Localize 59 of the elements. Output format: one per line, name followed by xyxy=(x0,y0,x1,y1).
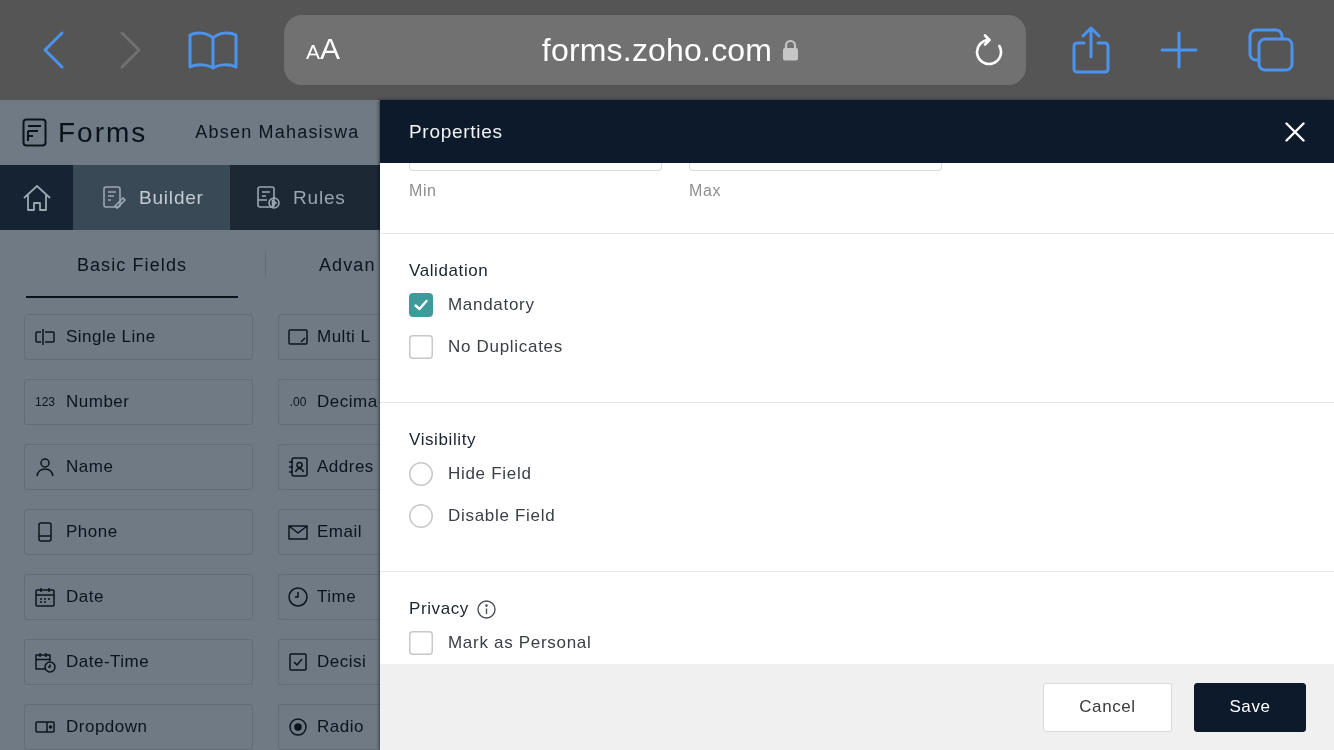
home-button[interactable] xyxy=(0,165,73,230)
radio-button[interactable] xyxy=(409,504,433,528)
input-cursor-icon xyxy=(34,326,56,348)
save-button[interactable]: Save xyxy=(1194,682,1306,732)
field-label: Max xyxy=(689,181,722,201)
cancel-button[interactable]: Cancel xyxy=(1043,682,1172,732)
field-category-tab[interactable]: Advan xyxy=(266,230,380,298)
person-icon xyxy=(34,456,56,478)
circular-arrow-icon[interactable] xyxy=(974,34,1004,66)
document-play-icon xyxy=(256,185,281,210)
radio-button[interactable] xyxy=(409,462,433,486)
digits-icon: .00 xyxy=(287,395,309,409)
field-type-tile[interactable]: Dropdown xyxy=(24,704,253,750)
document-pencil-icon xyxy=(102,185,127,210)
field-type-tile[interactable]: Addres xyxy=(278,444,380,490)
option-label: Mark as Personal xyxy=(448,632,592,654)
field-type-tile[interactable]: Single Line xyxy=(24,314,253,360)
form-title: Absen Mahasiswa xyxy=(195,122,360,143)
input-field[interactable] xyxy=(689,163,942,171)
section-heading: Visibility xyxy=(409,429,477,451)
field-type-tile[interactable]: Date-Time xyxy=(24,639,253,685)
input-field[interactable] xyxy=(409,163,662,171)
close-icon[interactable] xyxy=(1285,121,1305,142)
home-icon xyxy=(21,183,52,212)
checkbox[interactable] xyxy=(409,631,433,655)
section-heading: Privacy xyxy=(409,598,469,620)
option-label: No Duplicates xyxy=(448,336,563,358)
chevron-left-icon[interactable] xyxy=(42,31,64,69)
overlapping-squares-icon[interactable] xyxy=(1248,28,1294,72)
checkbox[interactable] xyxy=(409,335,433,359)
contact-book-icon xyxy=(287,456,309,478)
plus-icon[interactable] xyxy=(1160,31,1198,69)
url-text: forms.zoho.com xyxy=(541,31,773,70)
field-type-tile[interactable]: Name xyxy=(24,444,253,490)
radio-dot-icon xyxy=(287,716,309,738)
section-heading: Validation xyxy=(409,260,489,282)
share-icon[interactable] xyxy=(1072,26,1110,74)
nav-tab[interactable]: Builder xyxy=(73,165,230,230)
option-label: Disable Field xyxy=(448,505,556,527)
address-bar[interactable]: AA forms.zoho.com xyxy=(284,15,1026,85)
panel-title: Properties xyxy=(409,120,503,143)
option-label: Mandatory xyxy=(448,294,535,316)
field-label: Min xyxy=(409,181,437,201)
field-type-tile[interactable]: Phone xyxy=(24,509,253,555)
calendar-clock-icon xyxy=(34,651,56,673)
info-icon[interactable] xyxy=(476,599,496,619)
book-icon[interactable] xyxy=(188,30,238,70)
nav-tab[interactable]: Rules xyxy=(230,165,380,230)
field-type-tile[interactable]: Date xyxy=(24,574,253,620)
form-document-icon xyxy=(22,118,47,147)
field-category-tab[interactable]: Basic Fields xyxy=(26,230,238,298)
checkbox[interactable] xyxy=(409,293,433,317)
app-logo-text: Forms xyxy=(58,116,148,149)
text-size-button[interactable]: AA xyxy=(306,33,341,67)
checked-box-icon xyxy=(287,651,309,673)
text-area-icon xyxy=(287,326,309,348)
option-label: Hide Field xyxy=(448,463,532,485)
clock-icon xyxy=(287,586,309,608)
calendar-icon xyxy=(34,586,56,608)
